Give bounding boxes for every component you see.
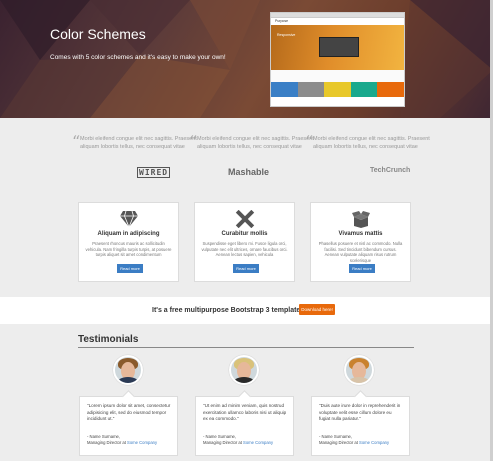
preview-logo: Purpose bbox=[275, 19, 289, 23]
hero-subtitle: Comes with 5 color schemes and it's easy… bbox=[50, 54, 226, 61]
feature-title: Aliquam in adipiscing bbox=[97, 231, 160, 237]
mashable-logo: Mashable bbox=[228, 167, 270, 177]
testimonial-card: "Lorem ipsum dolor sit amet, consectetur… bbox=[79, 396, 178, 456]
swatch-orange[interactable] bbox=[377, 82, 404, 97]
box-icon bbox=[352, 211, 370, 228]
read-more-button[interactable]: Read more bbox=[233, 264, 259, 273]
avatar-body bbox=[348, 377, 370, 383]
press-quote: “ Morbi eleifend congue elit nec sagitti… bbox=[189, 132, 317, 151]
testimonial-card: "Ut enim ad minim veniam, quis nostrud e… bbox=[195, 396, 294, 456]
techcrunch-logo: TechCrunch bbox=[370, 167, 411, 174]
browser-preview: Purpose Responsive bbox=[270, 12, 405, 107]
testimonial-quote: "Duis aute irure dolor in reprehenderit … bbox=[319, 403, 401, 421]
feature-title: Vivamus mattis bbox=[338, 231, 383, 237]
avatar bbox=[113, 355, 143, 385]
feature-text: Suspendisse eget libero mi. Fusce ligula… bbox=[201, 241, 288, 257]
cta-text: It's a free multipurpose Bootstrap 3 tem… bbox=[152, 307, 303, 314]
swatch-gray[interactable] bbox=[297, 82, 325, 97]
company-link[interactable]: Some Company bbox=[243, 440, 273, 445]
feature-card: Aliquam in adipiscing Praesent rhoncus m… bbox=[78, 202, 179, 282]
swatch-blue[interactable] bbox=[271, 82, 298, 97]
testimonial-name: - Name Surname, bbox=[203, 434, 237, 439]
testimonial-name: - Name Surname, bbox=[87, 434, 121, 439]
feature-text: Phasellus posuere et nisl ac commodo. Nu… bbox=[318, 241, 403, 263]
pencil-ruler-icon bbox=[235, 210, 255, 228]
preview-banner: Responsive bbox=[271, 25, 404, 70]
testimonial-name: - Name Surname, bbox=[319, 434, 353, 439]
cta-band: It's a free multipurpose Bootstrap 3 tem… bbox=[0, 297, 493, 324]
hero-title: Color Schemes bbox=[50, 26, 146, 42]
color-swatches bbox=[271, 82, 404, 97]
preview-body bbox=[271, 70, 404, 82]
preview-banner-text: Responsive bbox=[277, 33, 296, 37]
avatar bbox=[344, 355, 374, 385]
company-link[interactable]: Some Company bbox=[359, 440, 389, 445]
read-more-button[interactable]: Read more bbox=[117, 264, 143, 273]
feature-title: Curabitur mollis bbox=[221, 231, 268, 237]
avatar-body bbox=[117, 377, 139, 383]
download-button[interactable]: Download here! bbox=[299, 304, 335, 315]
browser-nav: Purpose bbox=[271, 18, 404, 25]
read-more-button[interactable]: Read more bbox=[349, 264, 375, 273]
testimonial-role: Managing Director at Some Company bbox=[319, 440, 389, 445]
quote-text: Morbi eleifend congue elit nec sagittis.… bbox=[313, 136, 430, 150]
role-prefix: Managing Director at bbox=[319, 440, 360, 445]
swatch-teal[interactable] bbox=[350, 82, 378, 97]
feature-text: Praesent rhoncus mauris ac sollicitudin … bbox=[85, 241, 172, 257]
feature-card: Curabitur mollis Suspendisse eget libero… bbox=[194, 202, 295, 282]
testimonial-quote: "Ut enim ad minim veniam, quis nostrud e… bbox=[203, 403, 287, 421]
quote-mark-icon: “ bbox=[305, 132, 314, 151]
feature-card: Vivamus mattis Phasellus posuere et nisl… bbox=[310, 202, 411, 282]
avatar bbox=[229, 355, 259, 385]
diamond-icon bbox=[120, 210, 138, 228]
role-prefix: Managing Director at bbox=[87, 440, 128, 445]
company-link[interactable]: Some Company bbox=[127, 440, 157, 445]
testimonial-role: Managing Director at Some Company bbox=[87, 440, 157, 445]
quote-mark-icon: “ bbox=[72, 132, 81, 151]
quote-mark-icon: “ bbox=[189, 132, 198, 151]
wired-logo: WIRED bbox=[137, 167, 171, 178]
quote-text: Morbi eleifend congue elit nec sagittis.… bbox=[80, 136, 197, 150]
section-divider bbox=[78, 347, 414, 348]
quote-text: Morbi eleifend congue elit nec sagittis.… bbox=[197, 136, 314, 150]
swatch-yellow[interactable] bbox=[324, 82, 351, 97]
devices-image bbox=[319, 37, 359, 57]
testimonial-card: "Duis aute irure dolor in reprehenderit … bbox=[311, 396, 410, 456]
hero-section: Color Schemes Comes with 5 color schemes… bbox=[0, 0, 493, 118]
press-quote: “ Morbi eleifend congue elit nec sagitti… bbox=[305, 132, 433, 151]
testimonial-quote: "Lorem ipsum dolor sit amet, consectetur… bbox=[87, 403, 171, 421]
role-prefix: Managing Director at bbox=[203, 440, 244, 445]
testimonials-heading: Testimonials bbox=[78, 334, 139, 345]
avatar-body bbox=[233, 377, 255, 383]
press-quote: “ Morbi eleifend congue elit nec sagitti… bbox=[72, 132, 200, 151]
testimonial-role: Managing Director at Some Company bbox=[203, 440, 273, 445]
